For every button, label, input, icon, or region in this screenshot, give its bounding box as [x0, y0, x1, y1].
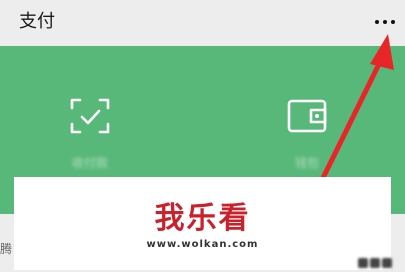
corner-glyph-icon — [370, 258, 380, 268]
corner-watermark — [358, 253, 402, 268]
watermark-logo: 我乐看 — [154, 201, 251, 236]
scan-check-icon — [70, 98, 110, 134]
partial-text: 腾 — [0, 242, 13, 256]
scan-pay-button[interactable]: 收付款 — [45, 96, 135, 188]
more-dot-icon — [383, 20, 387, 24]
wallet-label: 钱包 — [294, 156, 319, 170]
wallet-icon — [287, 99, 327, 133]
more-options-button[interactable] — [370, 14, 400, 30]
app-header: 支付 — [0, 0, 405, 46]
watermark-card: 我乐看 www.wolkan.com — [14, 177, 391, 270]
more-dot-icon — [391, 20, 395, 24]
watermark-url: www.wolkan.com — [146, 239, 259, 250]
page-title: 支付 — [19, 11, 55, 32]
more-dot-icon — [375, 20, 379, 24]
corner-glyph-icon — [382, 258, 392, 268]
wallet-button[interactable]: 钱包 — [262, 96, 352, 188]
corner-glyph-icon — [358, 258, 368, 268]
scan-pay-label: 收付款 — [71, 156, 108, 170]
